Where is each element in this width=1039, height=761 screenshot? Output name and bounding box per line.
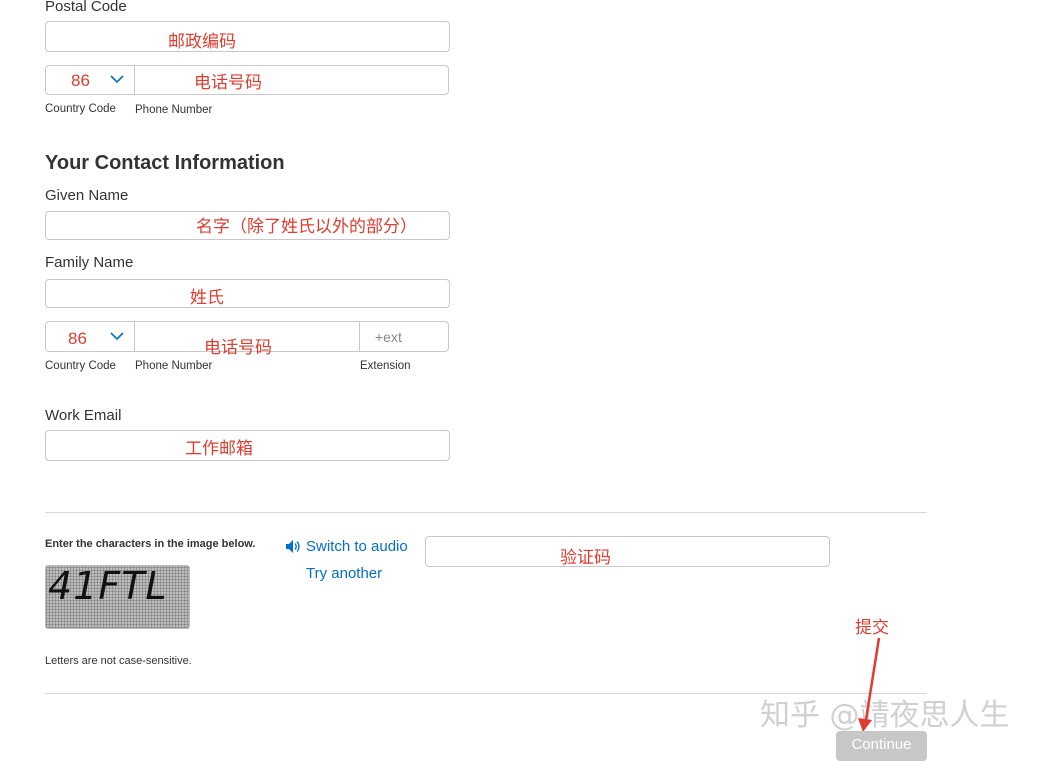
divider-top bbox=[45, 512, 927, 513]
postal-code-label: Postal Code bbox=[45, 0, 127, 15]
try-another-link[interactable]: Try another bbox=[306, 565, 382, 582]
contact-heading: Your Contact Information bbox=[45, 152, 285, 174]
extension-input[interactable]: +ext bbox=[359, 321, 449, 352]
country-code-value-1: 86 bbox=[71, 71, 90, 90]
country-code-label-2: Country Code bbox=[45, 360, 116, 372]
phone-annotation-2: 电话号码 bbox=[204, 338, 272, 357]
country-code-value-2: 86 bbox=[68, 329, 87, 348]
speaker-icon[interactable] bbox=[285, 539, 301, 554]
captcha-annotation: 验证码 bbox=[560, 548, 611, 567]
phone-number-label-1: Phone Number bbox=[135, 104, 213, 116]
phone-number-input-1[interactable] bbox=[135, 65, 449, 95]
given-name-label: Given Name bbox=[45, 187, 129, 204]
switch-to-audio-link[interactable]: Switch to audio bbox=[306, 538, 408, 555]
continue-button[interactable]: Continue bbox=[836, 731, 927, 761]
captcha-input[interactable] bbox=[425, 536, 830, 567]
country-code-label-1: Country Code bbox=[45, 103, 116, 115]
chevron-down-icon bbox=[110, 75, 124, 84]
country-code-select-2[interactable]: 86 bbox=[45, 321, 135, 352]
given-name-annotation: 名字（除了姓氏以外的部分） bbox=[196, 217, 417, 236]
country-code-select-1[interactable]: 86 bbox=[45, 65, 135, 95]
captcha-instruction: Enter the characters in the image below. bbox=[45, 538, 256, 550]
extension-label: Extension bbox=[360, 360, 411, 372]
chevron-down-icon bbox=[110, 332, 124, 341]
family-name-input[interactable] bbox=[45, 279, 450, 308]
work-email-label: Work Email bbox=[45, 407, 122, 424]
phone-number-label-2: Phone Number bbox=[135, 360, 213, 372]
postal-code-annotation: 邮政编码 bbox=[168, 32, 236, 51]
red-arrow bbox=[858, 637, 881, 732]
submit-annotation: 提交 bbox=[855, 618, 889, 637]
work-email-annotation: 工作邮箱 bbox=[185, 439, 253, 458]
captcha-image: 41FTL bbox=[45, 565, 190, 629]
case-note: Letters are not case-sensitive. bbox=[45, 655, 192, 667]
postal-code-input[interactable] bbox=[45, 21, 450, 52]
captcha-image-text: 41FTL bbox=[48, 565, 168, 608]
phone-annotation-1: 电话号码 bbox=[194, 73, 262, 92]
family-name-annotation: 姓氏 bbox=[190, 288, 224, 307]
extension-placeholder: +ext bbox=[375, 329, 402, 345]
family-name-label: Family Name bbox=[45, 254, 134, 271]
